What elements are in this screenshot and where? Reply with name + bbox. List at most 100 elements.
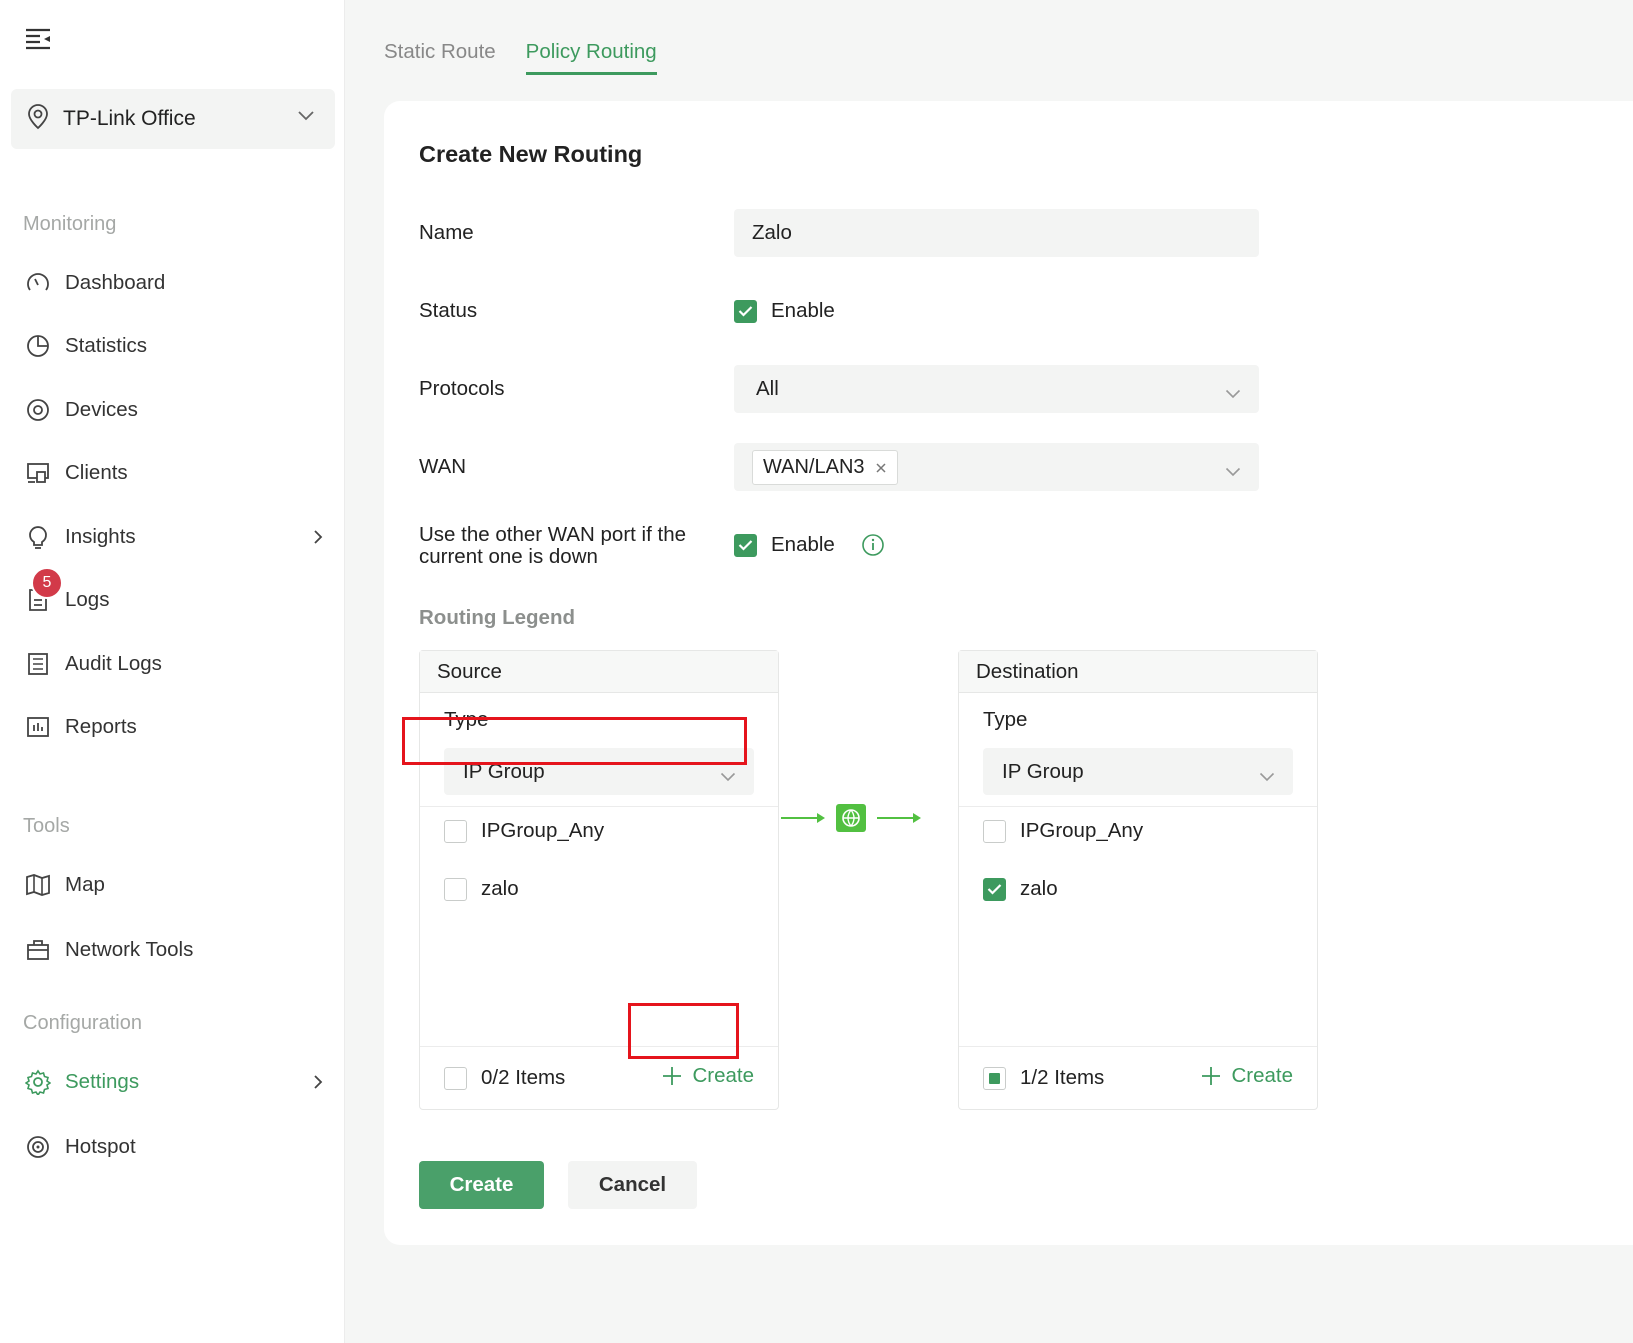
wan-multiselect[interactable]: WAN/LAN3 [734,443,1259,491]
destination-item-count: 1/2 Items [1020,1066,1105,1089]
page-title: Create New Routing [419,141,643,167]
source-item-checkbox[interactable] [444,819,467,843]
status-enable-checkbox[interactable] [734,299,757,323]
sidebar-item-dashboard[interactable]: Dashboard [0,258,345,308]
logs-document-icon: 5 [25,567,63,613]
sidebar-item-hotspot[interactable]: Hotspot [0,1122,345,1172]
tab-policy-routing[interactable]: Policy Routing [525,40,657,75]
sidebar-item-label: Dashboard [65,271,166,294]
source-panel: Source Type IP Group IPGroup_Any zalo 0/… [419,650,779,1110]
sidebar-item-insights[interactable]: Insights [0,512,345,562]
source-create-button[interactable]: Create [662,1064,754,1088]
sidebar-item-audit-logs[interactable]: Audit Logs [0,639,345,689]
status-label: Status [419,299,478,322]
destination-select-all[interactable]: 1/2 Items [983,1066,1104,1090]
destination-item-checkbox[interactable] [983,877,1006,901]
checkmark-icon [738,540,753,551]
sidebar-item-label: Network Tools [65,938,194,961]
destination-type-select[interactable]: IP Group [983,748,1293,795]
panel-divider [959,806,1317,807]
sidebar-item-label: Statistics [65,334,148,357]
list-item[interactable]: IPGroup_Any [983,819,1143,843]
section-tools: Tools [23,815,70,837]
reports-bar-chart-icon [25,714,51,740]
sidebar-item-label: Settings [65,1070,140,1093]
section-monitoring: Monitoring [23,213,117,235]
source-item-checkbox[interactable] [444,877,467,901]
sidebar-item-statistics[interactable]: Statistics [0,321,345,371]
site-selector[interactable]: TP-Link Office [11,89,335,149]
destination-create-label: Create [1231,1064,1293,1087]
info-icon[interactable] [861,533,885,557]
sidebar-item-clients[interactable]: Clients [0,448,345,498]
panel-divider [420,806,778,807]
close-icon[interactable] [875,462,887,474]
destination-type-label: Type [983,708,1028,731]
checkmark-icon [987,884,1002,895]
chevron-down-icon [1259,764,1275,788]
failover-enable-checkbox[interactable] [734,533,757,557]
routing-tabs: Static Route Policy Routing [384,40,657,75]
destination-type-value: IP Group [1002,759,1084,783]
destination-select-all-checkbox[interactable] [983,1066,1006,1090]
routing-arrow-globe-icon [781,804,921,832]
cancel-button[interactable]: Cancel [568,1161,697,1209]
name-input[interactable]: Zalo [734,209,1259,257]
protocols-value: All [756,377,779,400]
chevron-down-icon [720,764,736,788]
destination-item-label: zalo [1020,877,1058,900]
pie-chart-icon [25,333,51,359]
sidebar-item-logs[interactable]: 5 Logs [0,567,345,625]
destination-item-label: IPGroup_Any [1020,819,1144,842]
status-enable-row[interactable]: Enable [734,299,835,323]
list-item[interactable]: IPGroup_Any [444,819,604,843]
sidebar-item-network-tools[interactable]: Network Tools [0,925,345,975]
destination-panel: Destination Type IP Group IPGroup_Any za… [958,650,1318,1110]
toolbox-icon [25,937,51,963]
failover-enable-row[interactable]: Enable [734,533,885,557]
list-item[interactable]: zalo [444,877,519,901]
tab-static-route[interactable]: Static Route [384,40,496,75]
create-button[interactable]: Create [419,1161,544,1209]
plus-icon [1202,1067,1221,1085]
map-icon [25,872,51,898]
list-item[interactable]: zalo [983,877,1058,901]
sidebar-item-map[interactable]: Map [0,860,345,910]
audit-list-icon [25,651,51,677]
location-pin-icon [27,103,49,135]
chevron-down-icon [1225,459,1241,483]
collapse-menu-icon[interactable] [25,28,51,50]
failover-label-line2: current one is down [419,545,598,568]
failover-label: Use the other WAN port if the current on… [419,524,686,568]
source-type-select[interactable]: IP Group [444,748,754,795]
failover-label-line1: Use the other WAN port if the [419,523,686,546]
source-select-all-checkbox[interactable] [444,1066,467,1090]
source-item-label: IPGroup_Any [481,819,605,842]
destination-panel-footer: 1/2 Items Create [959,1046,1317,1109]
chevron-down-icon [1225,381,1241,405]
sidebar: TP-Link Office Monitoring Dashboard Stat… [0,0,345,1343]
create-routing-card: Create New Routing Name Zalo Status Enab… [384,101,1633,1245]
site-name: TP-Link Office [63,107,196,130]
name-value: Zalo [752,221,792,244]
source-create-label: Create [692,1064,754,1087]
sidebar-item-label: Clients [65,461,128,484]
destination-item-checkbox[interactable] [983,819,1006,843]
destination-create-button[interactable]: Create [1201,1064,1293,1088]
routing-flow [781,801,929,835]
source-item-label: zalo [481,877,519,900]
chevron-down-icon [297,109,315,127]
sidebar-item-label: Insights [65,525,136,548]
chevron-right-icon [313,1074,323,1095]
source-panel-title: Source [420,651,778,693]
source-select-all[interactable]: 0/2 Items [444,1066,565,1090]
protocols-select[interactable]: All [734,365,1259,413]
sidebar-item-settings[interactable]: Settings [0,1057,345,1107]
clients-monitor-icon [25,460,51,486]
lightbulb-icon [25,524,51,550]
destination-panel-title: Destination [959,651,1317,693]
gear-icon [25,1069,51,1095]
sidebar-item-devices[interactable]: Devices [0,385,345,435]
sidebar-item-reports[interactable]: Reports [0,702,345,752]
failover-enable-label: Enable [771,533,835,556]
